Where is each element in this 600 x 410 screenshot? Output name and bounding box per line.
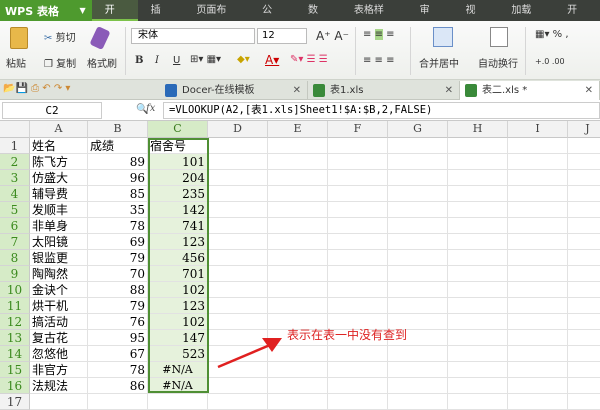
arrow-line <box>217 343 271 369</box>
arrow-head <box>262 338 282 352</box>
annotation-text: 表示在表一中没有查到 <box>287 328 408 342</box>
